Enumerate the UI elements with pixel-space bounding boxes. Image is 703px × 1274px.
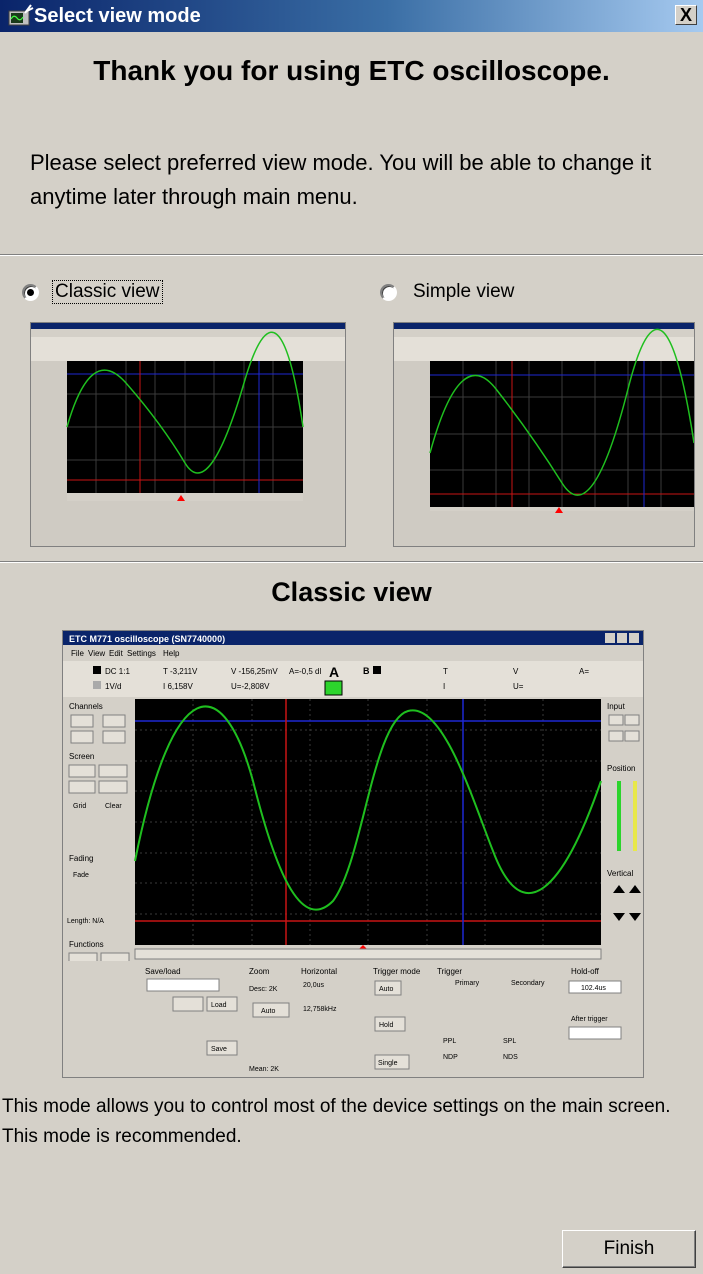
preview-title: Classic view	[271, 577, 432, 607]
info-channel-a: A	[329, 664, 339, 680]
thank-you-heading: Thank you for using ETC oscilloscope.	[93, 55, 610, 86]
radio-unselected-icon	[380, 283, 397, 301]
classic-thumbnail-image	[31, 323, 345, 546]
panel-functions: Functions	[69, 940, 104, 949]
instructions-text: Please select preferred view mode. You w…	[30, 150, 652, 209]
hold-off-value: 102.4us	[581, 985, 606, 992]
trigger-nds: NDS	[503, 1054, 518, 1061]
info-b-i: I	[443, 682, 445, 691]
info-t: T -3,211V	[163, 667, 198, 676]
info-coupling: DC 1:1	[105, 667, 130, 676]
panel-hold-off: Hold-off	[571, 967, 600, 976]
panel-zoom: Zoom	[249, 967, 270, 976]
oscilloscope-app-icon	[8, 4, 34, 26]
btn-save: Save	[211, 1046, 227, 1053]
menu-edit: Edit	[109, 649, 124, 658]
radio-selected-icon	[22, 283, 39, 301]
close-button[interactable]: X	[675, 5, 697, 25]
menu-view: View	[88, 649, 105, 658]
info-u: U=-2,808V	[231, 682, 270, 691]
panel-input: Input	[607, 702, 626, 711]
info-v: V -156,25mV	[231, 667, 278, 676]
timebase-value: 20,0us	[303, 982, 325, 989]
panel-trigger-mode: Trigger mode	[373, 967, 421, 976]
trigger-ndp: NDP	[443, 1054, 458, 1061]
panel-vertical: Vertical	[607, 869, 633, 878]
screenshot-title: ETC M771 oscilloscope (SN7740000)	[69, 634, 225, 644]
panel-screen: Screen	[69, 752, 94, 761]
btn-grid: Grid	[73, 803, 86, 810]
simple-view-label: Simple view	[413, 281, 515, 302]
btn-single: Single	[378, 1060, 398, 1067]
oscilloscope-screenshot: ETC M771 oscilloscope (SN7740000) File V…	[63, 631, 643, 1077]
trigger-spl: SPL	[503, 1038, 516, 1045]
classic-view-radio[interactable]: Classic view	[22, 279, 163, 305]
window-title: Select view mode	[34, 5, 201, 27]
trigger-primary: Primary	[455, 980, 480, 987]
close-icon: X	[679, 5, 692, 25]
info-b-t: T	[443, 667, 448, 676]
info-volts-div: 1V/d	[105, 682, 121, 691]
panel-save-load: Save/load	[145, 967, 181, 976]
info-b-a: A=	[579, 667, 589, 676]
btn-zoom-auto: Auto	[261, 1008, 276, 1015]
panel-trigger: Trigger	[437, 967, 462, 976]
menu-settings: Settings	[127, 649, 156, 658]
simple-view-radio[interactable]: Simple view	[380, 279, 516, 305]
info-a-offset: A=-0,5 dl	[289, 667, 321, 676]
simple-view-thumbnail[interactable]	[393, 322, 695, 547]
btn-fade: Fade	[73, 872, 89, 879]
trigger-secondary: Secondary	[511, 980, 545, 987]
panel-horizontal: Horizontal	[301, 967, 337, 976]
trigger-ppl: PPL	[443, 1038, 456, 1045]
divider	[0, 254, 703, 256]
info-i: I 6,158V	[163, 682, 193, 691]
btn-load: Load	[211, 1002, 227, 1009]
btn-hold: Hold	[379, 1022, 394, 1029]
info-b-u: U=	[513, 682, 524, 691]
zoom-mean: Mean: 2K	[249, 1066, 279, 1073]
divider	[0, 561, 703, 563]
after-trigger-label: After trigger	[571, 1016, 608, 1023]
menu-file: File	[71, 649, 84, 658]
panel-channels: Channels	[69, 702, 103, 711]
classic-view-preview: ETC M771 oscilloscope (SN7740000) File V…	[62, 630, 644, 1078]
mode-description: This mode allows you to control most of …	[2, 1096, 671, 1147]
frequency-value: 12,758kHz	[303, 1006, 337, 1013]
classic-view-thumbnail[interactable]	[30, 322, 346, 547]
info-channel-b: B	[363, 666, 370, 676]
finish-button[interactable]: Finish	[562, 1230, 696, 1268]
info-b-v: V	[513, 667, 519, 676]
zoom-desc: Desc: 2K	[249, 986, 278, 993]
title-bar: Select view mode X	[0, 0, 703, 32]
panel-fading: Fading	[69, 854, 93, 863]
simple-thumbnail-image	[394, 323, 694, 546]
btn-trigger-auto: Auto	[379, 986, 394, 993]
btn-clear: Clear	[105, 803, 122, 810]
classic-view-label: Classic view	[52, 280, 163, 304]
menu-help: Help	[163, 649, 180, 658]
length-label: Length: N/A	[67, 918, 104, 925]
panel-position: Position	[607, 764, 635, 773]
